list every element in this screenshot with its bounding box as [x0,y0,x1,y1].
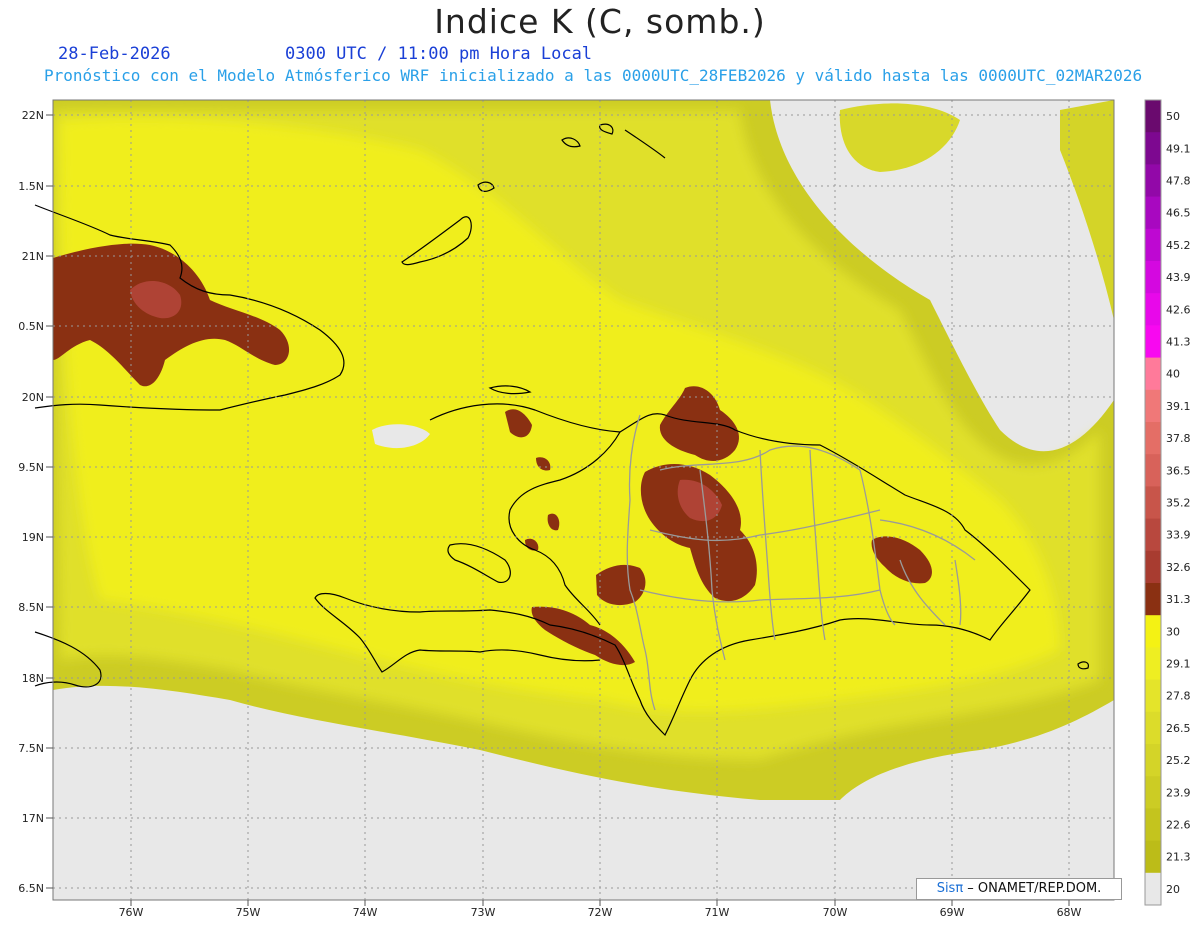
colorbar-swatch [1145,164,1161,198]
lat-label: 9.5N [18,461,44,474]
colorbar-swatch [1145,647,1161,681]
colorbar-label: 42.6 [1166,303,1191,316]
colorbar-swatch [1145,711,1161,745]
colorbar-label: 41.3 [1166,336,1191,349]
colorbar-label: 43.9 [1166,271,1191,284]
colorbar-label: 39.1 [1166,400,1191,413]
colorbar-label: 32.6 [1166,561,1191,574]
lat-label: 7.5N [18,742,44,755]
colorbar-swatch [1145,100,1161,133]
colorbar-label: 36.5 [1166,464,1191,477]
colorbar-swatch [1145,550,1161,584]
lon-label: 69W [940,906,965,919]
credit-badge: Sisπ – ONAMET/REP.DOM. [916,878,1122,900]
colorbar-swatch [1145,357,1161,391]
lon-label: 72W [588,906,613,919]
colorbar-label: 22.6 [1166,819,1191,832]
lat-label: 8.5N [18,601,44,614]
colorbar-swatch [1145,518,1161,552]
lon-label: 74W [353,906,378,919]
colorbar-label: 47.8 [1166,175,1191,188]
colorbar-label: 40 [1166,368,1180,381]
colorbar-label: 33.9 [1166,529,1191,542]
zone-central-w [596,564,646,606]
latitude-labels: 22N 1.5N 21N 0.5N 20N 9.5N 19N 8.5N 18N … [18,109,44,895]
lat-label: 21N [22,250,44,263]
colorbar-label: 37.8 [1166,432,1191,445]
colorbar-swatch [1145,744,1161,777]
lat-label: 22N [22,109,44,122]
colorbar-swatch [1145,840,1161,874]
lon-label: 71W [705,906,730,919]
k-index-map: 22N 1.5N 21N 0.5N 20N 9.5N 19N 8.5N 18N … [18,99,1191,919]
colorbar-label: 26.5 [1166,722,1191,735]
colorbar-label: 49.1 [1166,142,1191,155]
lat-label: 18N [22,672,44,685]
lat-label: 1.5N [18,180,44,193]
colorbar-swatch [1145,389,1161,423]
colorbar-swatch [1145,583,1161,616]
colorbar-swatch [1145,615,1161,648]
colorbar-label: 46.5 [1166,207,1191,220]
lon-label: 70W [823,906,848,919]
longitude-labels: 76W 75W 74W 73W 72W 71W 70W 69W 68W [119,906,1082,919]
colorbar-swatch [1145,454,1161,487]
colorbar-label: 29.1 [1166,658,1191,671]
colorbar-swatch [1145,228,1161,262]
colorbar-label: 21.3 [1166,851,1191,864]
lat-ticks [46,114,53,889]
lat-label: 17N [22,812,44,825]
colorbar-swatch [1145,422,1161,455]
lon-label: 75W [236,906,261,919]
credit-text: – ONAMET/REP.DOM. [963,881,1102,896]
lat-label: 6.5N [18,882,44,895]
colorbar-swatch [1145,132,1161,165]
lon-label: 68W [1057,906,1082,919]
lat-label: 20N [22,391,44,404]
colorbar-label: 31.3 [1166,593,1191,606]
colorbar-swatch [1145,293,1161,326]
lon-ticks [130,900,1070,906]
credit-brand: Sisπ [936,881,964,896]
colorbar-label: 45.2 [1166,239,1191,252]
colorbar-label: 25.2 [1166,754,1191,767]
colorbar-label: 50 [1166,110,1180,123]
colorbar-swatch [1145,196,1161,230]
colorbar-swatch [1145,486,1161,520]
lon-label: 76W [119,906,144,919]
colorbar-swatch [1145,776,1161,809]
lat-label: 0.5N [18,320,44,333]
colorbar-label: 27.8 [1166,690,1191,703]
colorbar-swatch-below [1145,872,1161,905]
colorbar-swatch [1145,808,1161,842]
colorbar-swatch [1145,679,1161,713]
colorbar-label: 35.2 [1166,497,1191,510]
colorbar-swatch [1145,261,1161,294]
lat-label: 19N [22,531,44,544]
lon-label: 73W [471,906,496,919]
colorbar: 50 49.1 47.8 46.5 45.2 43.9 42.6 41.3 40 39.1 37.8… [1144,99,1191,906]
colorbar-label: 23.9 [1166,786,1191,799]
colorbar-label: 20 [1166,883,1180,896]
colorbar-label: 30 [1166,625,1180,638]
colorbar-swatch [1145,325,1161,359]
